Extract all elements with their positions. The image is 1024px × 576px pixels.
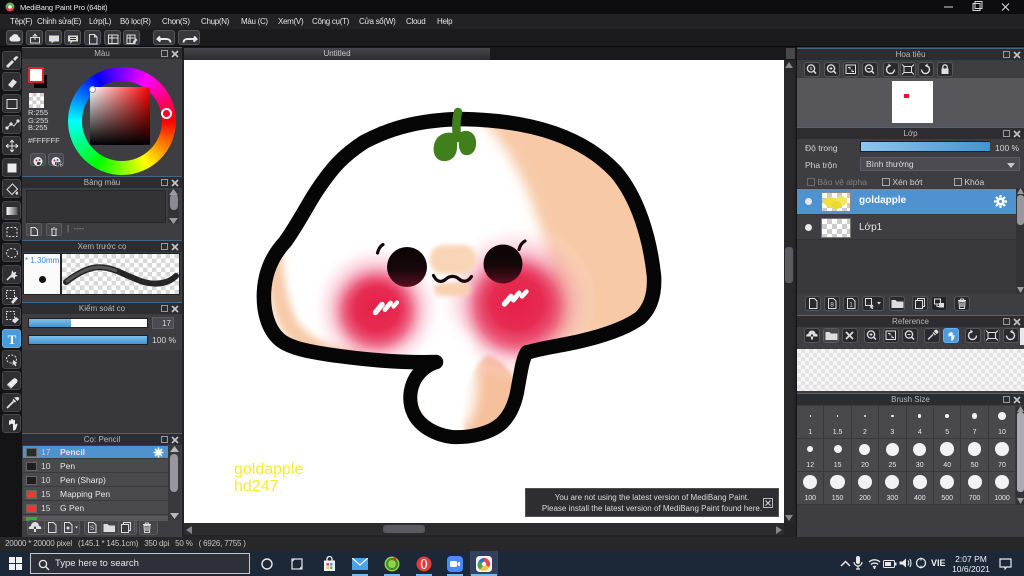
- svg-text:DB: DB: [56, 163, 63, 168]
- svg-text:1: 1: [849, 302, 853, 309]
- svg-text:T: T: [8, 332, 17, 347]
- svg-text:S: S: [90, 525, 95, 532]
- svg-text:8: 8: [830, 302, 834, 309]
